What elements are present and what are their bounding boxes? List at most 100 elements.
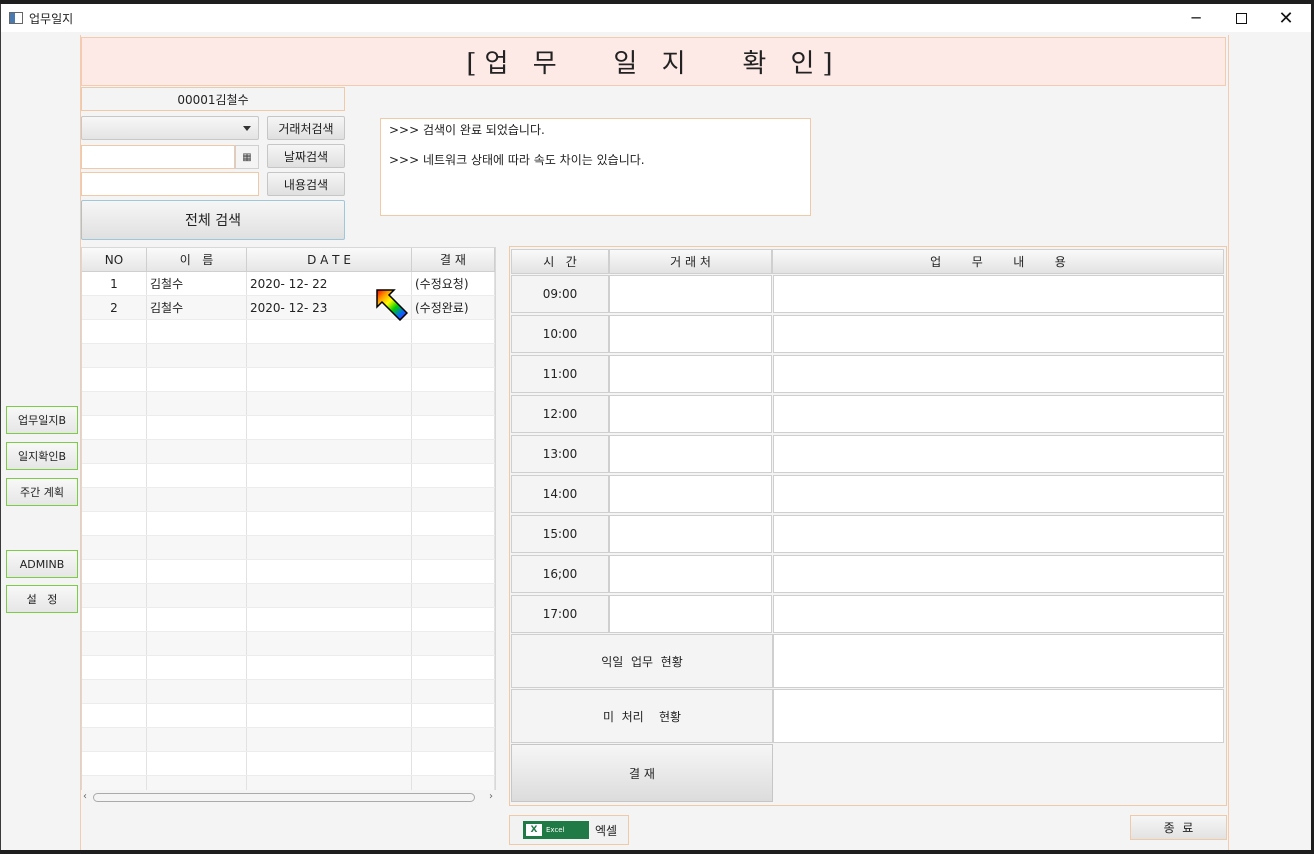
content-search-input[interactable]	[81, 172, 259, 196]
pending-field[interactable]	[773, 689, 1224, 743]
all-search-button[interactable]: 전체 검색	[81, 200, 345, 240]
excel-logo-text: Excel	[546, 826, 565, 834]
row-name: 김철수	[147, 272, 247, 295]
column-header-approval[interactable]: 결 재	[412, 248, 495, 271]
maximize-button[interactable]	[1218, 4, 1264, 32]
side-button-work-log[interactable]: 업무일지B	[6, 406, 78, 434]
close-icon: ✕	[1278, 7, 1294, 29]
column-header-time: 시 간	[511, 249, 609, 274]
row-status: (수정완료)	[412, 296, 495, 319]
pending-label: 미 처리 현황	[511, 689, 773, 743]
empty-row	[82, 704, 495, 728]
user-display: 00001김철수	[81, 87, 345, 111]
window-title: 업무일지	[29, 12, 74, 26]
content-cell[interactable]	[773, 595, 1224, 633]
content-cell[interactable]	[773, 515, 1224, 553]
time-label: 14:00	[511, 475, 609, 513]
column-header-name[interactable]: 이 름	[147, 248, 247, 271]
vendor-select[interactable]	[81, 116, 259, 140]
excel-label: 엑셀	[595, 823, 618, 838]
date-search-button[interactable]: 날짜검색	[267, 144, 345, 168]
app-window: 업무일지 ─ ✕ [업 무 일 지 확 인] 00001김철수 거래처검색 ▦ …	[0, 4, 1311, 850]
row-status: (수정요청)	[412, 272, 495, 295]
column-header-no[interactable]: NO	[82, 248, 147, 271]
approve-button[interactable]: 결 재	[511, 744, 773, 802]
time-label: 10:00	[511, 315, 609, 353]
side-button-settings[interactable]: 설 정	[6, 585, 78, 613]
empty-row	[82, 464, 495, 488]
scroll-left-icon[interactable]: ‹	[83, 791, 87, 802]
table-row[interactable]: 1 김철수 2020- 12- 22 (수정요청)	[82, 272, 495, 296]
content-cell[interactable]	[773, 555, 1224, 593]
empty-row	[82, 728, 495, 752]
time-label: 12:00	[511, 395, 609, 433]
empty-row	[82, 416, 495, 440]
vendor-cell[interactable]	[609, 395, 772, 433]
scrollbar-thumb[interactable]	[93, 793, 475, 802]
side-button-weekly-plan[interactable]: 주간 계획	[6, 478, 78, 506]
vendor-cell[interactable]	[609, 275, 772, 313]
horizontal-scrollbar[interactable]: ‹ ›	[81, 790, 496, 806]
row-no: 1	[82, 272, 147, 295]
content-area: [업 무 일 지 확 인] 00001김철수 거래처검색 ▦ 날짜검색 내용검색…	[1, 32, 1311, 850]
exit-button[interactable]: 종 료	[1130, 815, 1227, 840]
time-label: 11:00	[511, 355, 609, 393]
row-no: 2	[82, 296, 147, 319]
vendor-cell[interactable]	[609, 475, 772, 513]
empty-row	[82, 368, 495, 392]
vendor-cell[interactable]	[609, 515, 772, 553]
vendor-search-button[interactable]: 거래처검색	[267, 116, 345, 140]
scroll-right-icon[interactable]: ›	[489, 791, 493, 802]
maximize-icon	[1235, 12, 1247, 24]
vendor-cell[interactable]	[609, 435, 772, 473]
vendor-cell[interactable]	[609, 355, 772, 393]
log-line: >>> 검색이 완료 되었습니다.	[389, 123, 545, 137]
chevron-down-icon	[243, 126, 251, 131]
next-day-field[interactable]	[773, 634, 1224, 688]
excel-button[interactable]: X Excel 엑셀	[509, 815, 629, 845]
table-body: 1 김철수 2020- 12- 22 (수정요청) 2 김철수 2020- 12…	[82, 272, 495, 800]
column-header-vendor: 거 래 처	[609, 249, 772, 274]
date-field[interactable]	[81, 145, 235, 169]
column-header-date[interactable]: D A T E	[247, 248, 412, 271]
content-search-button[interactable]: 내용검색	[267, 172, 345, 196]
time-label: 16;00	[511, 555, 609, 593]
empty-row	[82, 440, 495, 464]
next-day-label: 익일 업무 현황	[511, 634, 773, 688]
empty-row	[82, 320, 495, 344]
content-cell[interactable]	[773, 395, 1224, 433]
content-cell[interactable]	[773, 315, 1224, 353]
vendor-cell[interactable]	[609, 555, 772, 593]
empty-row	[82, 488, 495, 512]
title-bar: 업무일지 ─ ✕	[1, 4, 1311, 32]
vendor-cell[interactable]	[609, 315, 772, 353]
calendar-icon[interactable]: ▦	[235, 145, 259, 169]
content-cell[interactable]	[773, 355, 1224, 393]
excel-icon: X Excel	[523, 821, 589, 839]
content-cell[interactable]	[773, 475, 1224, 513]
side-button-log-check[interactable]: 일지확인B	[6, 442, 78, 470]
column-header-content: 업 무 내 용	[772, 249, 1224, 274]
log-list-table: NO 이 름 D A T E 결 재 1 김철수 2020- 12- 22 (수…	[81, 247, 496, 802]
time-label: 17:00	[511, 595, 609, 633]
content-cell[interactable]	[773, 275, 1224, 313]
empty-row	[82, 344, 495, 368]
side-button-admin[interactable]: ADMINB	[6, 550, 78, 578]
log-line: >>> 네트워크 상태에 따라 속도 차이는 있습니다.	[389, 153, 645, 167]
time-label: 13:00	[511, 435, 609, 473]
row-name: 김철수	[147, 296, 247, 319]
empty-row	[82, 584, 495, 608]
vendor-cell[interactable]	[609, 595, 772, 633]
minimize-icon: ─	[1191, 9, 1201, 27]
close-button[interactable]: ✕	[1263, 4, 1309, 32]
minimize-button[interactable]: ─	[1173, 4, 1219, 32]
page-title: [업 무 일 지 확 인]	[81, 37, 1226, 86]
empty-row	[82, 536, 495, 560]
content-cell[interactable]	[773, 435, 1224, 473]
log-box: >>> 검색이 완료 되었습니다. >>> 네트워크 상태에 따라 속도 차이는…	[380, 118, 811, 216]
empty-row	[82, 560, 495, 584]
time-label: 15:00	[511, 515, 609, 553]
table-row[interactable]: 2 김철수 2020- 12- 23 (수정완료)	[82, 296, 495, 320]
empty-row	[82, 392, 495, 416]
empty-row	[82, 656, 495, 680]
